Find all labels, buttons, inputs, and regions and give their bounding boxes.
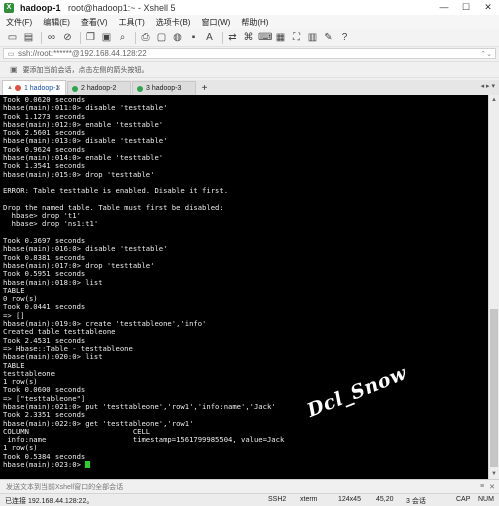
- terminal-prompt: hbase(main):023:0>: [3, 460, 86, 470]
- scroll-up-icon[interactable]: ▲: [489, 95, 499, 105]
- window-controls: — ☐ ✕: [433, 0, 499, 15]
- tab-hadoop-1[interactable]: ▲ 1 hadoop-1 ✕: [2, 80, 66, 95]
- hint-bar: ▣ 要添加当前会话，点击左侧的箭头按钮。: [0, 61, 499, 78]
- terminal-prompt-line: hbase(main):023:0>: [3, 460, 488, 470]
- lock-icon[interactable]: ▪: [187, 31, 200, 44]
- terminal-line: hbase(main):015:0> drop 'testtable': [3, 169, 155, 179]
- terminal-output[interactable]: Took 0.0620 seconds hbase(main):011:0> di…: [0, 95, 488, 479]
- menu-help[interactable]: 帮助(H): [241, 17, 268, 28]
- compose-options-icon[interactable]: ≡: [480, 483, 484, 491]
- pin-icon: ▲: [7, 85, 13, 91]
- script-icon[interactable]: ⌘: [242, 31, 255, 44]
- terminal-line: testtableone: [3, 368, 55, 378]
- search-icon[interactable]: ⌕: [116, 31, 129, 44]
- transfer-icon[interactable]: ⇄: [226, 31, 239, 44]
- keyboard-icon[interactable]: ⌨: [258, 31, 272, 44]
- open-folder-icon[interactable]: ▤: [22, 31, 35, 44]
- connection-icon: ▭: [7, 50, 15, 58]
- menu-tabs[interactable]: 选项卡(B): [156, 17, 191, 28]
- terminal-line: TABLE: [3, 285, 25, 295]
- tab-label: 2 hadoop-2: [81, 85, 117, 92]
- close-button[interactable]: ✕: [477, 0, 499, 15]
- compose-input[interactable]: 发送文本到当前Xshell窗口的全部会话: [6, 482, 123, 492]
- maximize-button[interactable]: ☐: [455, 0, 477, 15]
- tab-close-icon[interactable]: ✕: [55, 84, 61, 92]
- session-status-icon: [14, 85, 21, 91]
- terminal-line: hbase(main):018:0> list: [3, 277, 103, 287]
- globe-icon[interactable]: ◍: [171, 31, 184, 44]
- copy-icon[interactable]: ❐: [84, 31, 97, 44]
- status-num: NUM: [478, 496, 494, 503]
- status-sessions: 3 会话: [406, 498, 426, 505]
- menu-bar: 文件(F) 编辑(E) 查看(V) 工具(T) 选项卡(B) 窗口(W) 帮助(…: [0, 15, 499, 29]
- status-terminal-type: xterm: [300, 496, 318, 503]
- session-status-icon: [137, 85, 143, 92]
- fullscreen-icon[interactable]: ⛶: [290, 31, 303, 44]
- menu-view[interactable]: 查看(V): [81, 17, 108, 28]
- title-bar: X hadoop-1 root@hadoop1:~ - Xshell 5 — ☐…: [0, 0, 499, 15]
- scrollbar-thumb[interactable]: [490, 309, 498, 467]
- new-session-icon[interactable]: ▭: [6, 31, 19, 44]
- print-icon[interactable]: ⎙: [139, 31, 152, 44]
- disconnect-icon[interactable]: ⊘: [61, 31, 74, 44]
- address-dropdown-icon[interactable]: ⌃⌄: [480, 50, 492, 58]
- status-connection: 已连接 192.168.44.128:22。: [5, 498, 94, 505]
- tab-bar: ▲ 1 hadoop-1 ✕ 2 hadoop-2 3 hadoop-3 + ◂…: [0, 80, 499, 95]
- xshell-app-icon: X: [4, 2, 14, 13]
- terminal-line: hbase(main):020:0> list: [3, 352, 103, 362]
- status-caps: CAP: [456, 496, 471, 503]
- toolbar: ▭ ▤ ∞ ⊘ ❐ ▣ ⌕ ⎙ ▢ ◍ ▪ A ⇄ ⌘ ⌨ ▦ ⛶ ▥ ✎ ?: [0, 29, 499, 47]
- tab-label: 1 hadoop-1: [23, 84, 60, 92]
- terminal-line: info:name timestamp=1561799985504, value…: [3, 435, 285, 445]
- tab-label: 3 hadoop-3: [146, 85, 182, 92]
- tab-hadoop-3[interactable]: 3 hadoop-3: [132, 81, 196, 95]
- terminal-line: TABLE: [3, 360, 25, 370]
- compose-close-icon[interactable]: ✕: [489, 483, 495, 491]
- toolbar-separator: [222, 31, 223, 44]
- window-title: hadoop-1 root@hadoop1:~ - Xshell 5: [20, 3, 175, 13]
- status-size: 124x45: [338, 496, 361, 503]
- scroll-down-icon[interactable]: ▼: [489, 469, 499, 479]
- session-arrow-icon[interactable]: ▣: [10, 65, 18, 74]
- menu-tools[interactable]: 工具(T): [119, 17, 145, 28]
- font-icon[interactable]: A: [203, 31, 216, 44]
- terminal-line: hbase> drop 'ns1:t1': [3, 219, 99, 229]
- window-title-session: hadoop-1: [20, 2, 61, 13]
- terminal-line: Took 0.0441 seconds: [3, 302, 86, 312]
- minimize-button[interactable]: —: [433, 0, 455, 15]
- tab-hadoop-2[interactable]: 2 hadoop-2: [67, 81, 131, 95]
- toolbar-separator: [135, 31, 136, 44]
- compose-icons: ≡ ✕: [475, 483, 495, 491]
- help-icon[interactable]: ?: [338, 31, 351, 44]
- compose-bar[interactable]: 发送文本到当前Xshell窗口的全部会话 ≡ ✕: [0, 479, 499, 493]
- menu-file[interactable]: 文件(F): [6, 17, 32, 28]
- hint-text: 要添加当前会话，点击左侧的箭头按钮。: [22, 66, 149, 74]
- tab-list-icon[interactable]: ◂ ▸ ▾: [481, 82, 495, 90]
- menu-window[interactable]: 窗口(W): [201, 17, 230, 28]
- monitor-icon[interactable]: ▢: [155, 31, 168, 44]
- menu-edit[interactable]: 编辑(E): [43, 17, 70, 28]
- terminal-cursor: [85, 461, 91, 469]
- terminal-line: ERROR: Table testtable is enabled. Disab…: [3, 186, 229, 196]
- add-tab-button[interactable]: +: [198, 82, 211, 95]
- status-protocol: SSH2: [268, 496, 287, 503]
- status-cursor-pos: 45,20: [376, 496, 394, 503]
- paste-icon[interactable]: ▣: [100, 31, 113, 44]
- lock-screen-icon[interactable]: ▦: [274, 31, 287, 44]
- link-icon[interactable]: ∞: [45, 31, 58, 44]
- layout-icon[interactable]: ▥: [306, 31, 319, 44]
- toolbar-separator: [41, 31, 42, 44]
- address-bar[interactable]: ▭ ssh://root:******@192.168.44.128:22 ⌃⌄: [3, 48, 496, 59]
- compose-icon[interactable]: ✎: [322, 31, 335, 44]
- terminal-scrollbar[interactable]: ▲ ▼: [488, 95, 499, 479]
- terminal-lines: Took 0.0620 seconds hbase(main):011:0> di…: [3, 95, 488, 461]
- status-bar: 已连接 192.168.44.128:22。 SSH2 xterm 124x45…: [0, 493, 499, 506]
- session-status-icon: [72, 85, 78, 92]
- address-text[interactable]: ssh://root:******@192.168.44.128:22: [18, 49, 147, 58]
- toolbar-separator: [80, 31, 81, 44]
- window-title-subtitle: root@hadoop1:~ - Xshell 5: [68, 2, 176, 13]
